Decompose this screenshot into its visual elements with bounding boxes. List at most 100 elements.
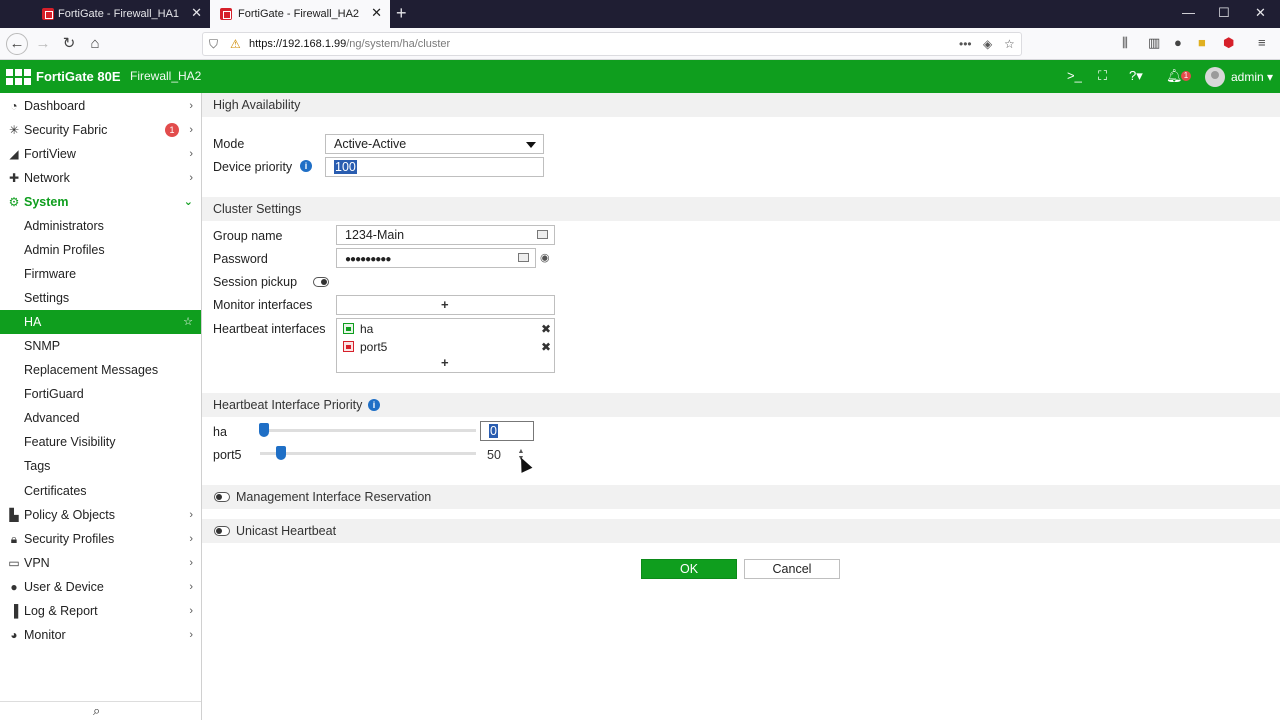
- sidebar-item-replacement-messages[interactable]: Replacement Messages: [0, 358, 201, 382]
- chevron-down-icon: [526, 142, 536, 148]
- minimize-icon[interactable]: —: [1182, 5, 1195, 20]
- close-tab-icon[interactable]: ✕: [371, 6, 382, 20]
- user-menu[interactable]: admin ▾: [1231, 70, 1273, 84]
- sidebar-item-administrators[interactable]: Administrators: [0, 214, 201, 238]
- sidebar-item-admin-profiles[interactable]: Admin Profiles: [0, 238, 201, 262]
- group-name-input[interactable]: 1234-Main: [336, 225, 555, 245]
- device-model: FortiGate 80E: [36, 69, 121, 84]
- fullscreen-icon[interactable]: ⛶: [1098, 68, 1107, 84]
- tab-title: FortiGate - Firewall_HA2: [238, 8, 360, 20]
- slider-handle[interactable]: [276, 446, 286, 460]
- close-window-icon[interactable]: ✕: [1255, 5, 1266, 21]
- maximize-icon[interactable]: ☐: [1218, 5, 1230, 21]
- reload-icon[interactable]: ↻: [59, 34, 79, 54]
- monitor-interfaces-input[interactable]: +: [336, 295, 555, 315]
- sidebar-item-network[interactable]: ✚ Network ›: [0, 166, 201, 190]
- device-priority-input[interactable]: 100: [325, 157, 544, 177]
- sidebar-item-fortiview[interactable]: ◢ FortiView ›: [0, 142, 201, 166]
- session-pickup-toggle[interactable]: [313, 277, 329, 287]
- sidebar-item-security-profiles[interactable]: 🔒︎ Security Profiles ›: [0, 527, 201, 551]
- library-icon[interactable]: ⫼: [1122, 35, 1128, 51]
- keyboard-icon[interactable]: [518, 253, 529, 262]
- sidebar-item-advanced[interactable]: Advanced: [0, 406, 201, 430]
- cancel-button[interactable]: Cancel: [744, 559, 840, 579]
- port5-priority-value: 50: [487, 448, 501, 462]
- sidebar-item-settings[interactable]: Settings: [0, 286, 201, 310]
- divider: [0, 701, 201, 702]
- avatar[interactable]: [1205, 67, 1225, 87]
- keyboard-icon[interactable]: [537, 230, 548, 239]
- sidebar-item-fortiguard[interactable]: FortiGuard: [0, 382, 201, 406]
- sidebar-item-firmware[interactable]: Firmware: [0, 262, 201, 286]
- device-priority-label: Device priority: [213, 160, 293, 174]
- sidebar-item-ha[interactable]: HA ☆: [0, 310, 201, 334]
- section-unicast-heartbeat: Unicast Heartbeat: [202, 519, 1280, 543]
- remove-icon[interactable]: ✖: [541, 320, 551, 338]
- ha-priority-slider[interactable]: [260, 429, 476, 432]
- tab-title: FortiGate - Firewall_HA1: [58, 8, 180, 20]
- sidebar-item-security-fabric[interactable]: ✳ Security Fabric 1 ›: [0, 118, 201, 142]
- sidebar-item-certificates[interactable]: Certificates: [0, 479, 201, 503]
- url-text[interactable]: https://192.168.1.99/ng/system/ha/cluste…: [249, 38, 450, 50]
- help-icon[interactable]: ?▾: [1129, 68, 1143, 84]
- ok-button[interactable]: OK: [641, 559, 737, 579]
- browser-tab-ha1[interactable]: FortiGate - Firewall_HA1 ✕: [30, 0, 210, 28]
- port5-priority-slider[interactable]: [260, 452, 476, 455]
- back-icon[interactable]: ←: [6, 33, 28, 55]
- menu-icon[interactable]: ≡: [1258, 35, 1266, 50]
- sidebar-toggle-icon[interactable]: ▥: [1148, 35, 1160, 51]
- account-icon[interactable]: ●: [1174, 35, 1182, 50]
- sidebar-item-user-device[interactable]: ● User & Device ›: [0, 575, 201, 599]
- forward-icon[interactable]: →: [33, 34, 53, 54]
- add-icon[interactable]: +: [441, 297, 449, 312]
- sidebar-item-feature-visibility[interactable]: Feature Visibility: [0, 430, 201, 454]
- ha-priority-input[interactable]: 0: [480, 421, 534, 441]
- management-reservation-toggle[interactable]: [214, 492, 230, 502]
- add-icon[interactable]: +: [441, 355, 449, 370]
- eye-icon[interactable]: ◉: [540, 251, 550, 264]
- fortiview-icon: ◢: [9, 147, 19, 161]
- home-icon[interactable]: ⌂: [85, 34, 105, 54]
- shield-icon[interactable]: ⛉: [209, 37, 218, 52]
- chevron-right-icon: ›: [189, 100, 193, 112]
- notification-badge: 1: [1181, 71, 1191, 81]
- sidebar-item-vpn[interactable]: ▭ VPN ›: [0, 551, 201, 575]
- monitor-interfaces-label: Monitor interfaces: [213, 298, 313, 312]
- browser-tab-ha2[interactable]: FortiGate - Firewall_HA2 ✕: [210, 0, 390, 28]
- slider-handle[interactable]: [259, 423, 269, 437]
- sidebar-item-tags[interactable]: Tags: [0, 454, 201, 478]
- info-icon[interactable]: i: [368, 399, 380, 411]
- cli-console-icon[interactable]: >_: [1067, 68, 1082, 83]
- new-tab-icon[interactable]: +: [396, 3, 407, 23]
- unicast-heartbeat-toggle[interactable]: [214, 526, 230, 536]
- policy-icon: ▙: [9, 508, 19, 522]
- group-name-label: Group name: [213, 229, 283, 243]
- sidebar-item-policy-objects[interactable]: ▙ Policy & Objects ›: [0, 503, 201, 527]
- search-icon[interactable]: ⌕: [93, 703, 100, 719]
- section-heartbeat-priority: Heartbeat Interface Priority: [202, 393, 1280, 417]
- page-actions-icon[interactable]: •••: [959, 37, 972, 51]
- port-up-icon: [343, 323, 354, 334]
- sidebar-item-system[interactable]: ⚙ System ⌄: [0, 190, 201, 214]
- url-bar[interactable]: ⛉ ⚠ https://192.168.1.99/ng/system/ha/cl…: [202, 32, 1022, 56]
- sidebar-item-log-report[interactable]: ▐ Log & Report ›: [0, 599, 201, 623]
- favorite-star-icon[interactable]: ☆: [183, 310, 193, 334]
- sidebar-item-dashboard[interactable]: ◔ Dashboard ›: [0, 94, 201, 118]
- password-input[interactable]: ●●●●●●●●●: [336, 248, 536, 268]
- adblock-icon[interactable]: ⬢: [1223, 35, 1234, 51]
- pocket-icon[interactable]: ◈: [983, 37, 992, 51]
- fortinet-favicon-icon: [42, 8, 54, 20]
- fortinet-favicon-icon: [220, 8, 232, 20]
- list-item: port5 ✖: [343, 338, 551, 356]
- remove-icon[interactable]: ✖: [541, 338, 551, 356]
- heartbeat-interfaces-list[interactable]: ha ✖ port5 ✖ +: [336, 318, 555, 373]
- extension-icon[interactable]: ■: [1198, 35, 1206, 50]
- bookmark-star-icon[interactable]: ☆: [1004, 37, 1015, 51]
- lock-warning-icon[interactable]: ⚠: [230, 37, 241, 51]
- close-tab-icon[interactable]: ✕: [191, 6, 202, 20]
- info-icon[interactable]: i: [300, 160, 312, 172]
- sidebar-item-monitor[interactable]: ◕ Monitor ›: [0, 623, 201, 647]
- sidebar-item-snmp[interactable]: SNMP: [0, 334, 201, 358]
- mode-select[interactable]: Active-Active: [325, 134, 544, 154]
- heartbeat-priority-name: port5: [213, 448, 242, 462]
